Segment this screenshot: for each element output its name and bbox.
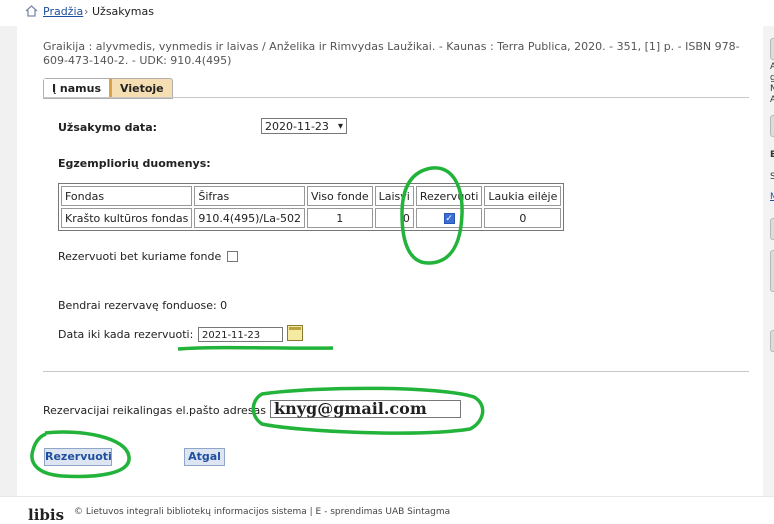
side-panel-button[interactable] [770,330,774,352]
side-panel-button[interactable] [770,218,774,240]
tab-divider [43,97,749,98]
total-reserved-text: Bendrai rezervavę fonduose: 0 [58,299,228,312]
chevron-down-icon: ▾ [337,121,343,132]
footer: libis © Lietuvos integrali bibliotekų in… [0,496,774,524]
breadcrumb-home-link[interactable]: Pradžia [43,5,83,18]
reserve-any-label: Rezervuoti bet kuriame fonde [58,250,222,263]
section-divider [43,371,749,372]
back-button[interactable]: Atgal [184,448,225,466]
cell-sifras: 910.4(495)/La-502 [194,208,305,228]
email-label: Rezervacijai reikalingas el.pašto adresa… [43,404,267,417]
breadcrumb: Pradžia › Užsakymas [0,0,774,27]
side-panel-text: A [770,95,774,105]
reserve-copy-checkbox[interactable]: ✓ [443,213,455,224]
column-header: Laisvi [374,186,414,206]
libis-logo: libis [28,506,65,524]
cell-viso: 1 [306,208,373,228]
side-panel-button[interactable] [770,38,774,60]
order-date-value: 2020-11-23 [265,120,329,133]
left-margin [0,26,17,496]
side-panel-button[interactable] [770,250,774,292]
order-date-select[interactable]: 2020-11-23 ▾ [261,118,347,134]
column-header: Laukia eilėje [484,186,562,206]
tab-home-delivery[interactable]: Į namus [44,79,113,98]
home-icon[interactable] [25,5,38,17]
side-panel-text: N [770,84,774,94]
cell-rezervuoti: ✓ [415,208,483,228]
side-panel-text: S [770,172,774,182]
tab-on-site[interactable]: Vietoje [112,79,172,98]
reserve-until-label: Data iki kada rezervuoti: [58,328,194,341]
copies-table: Fondas Šifras Viso fonde Laisvi Rezervuo… [58,183,565,231]
copies-heading: Egzempliorių duomenys: [58,157,211,170]
email-field[interactable]: knyg@gmail.com [270,400,461,418]
column-header: Viso fonde [306,186,373,206]
order-date-label: Užsakymo data: [58,121,158,134]
cell-fondas: Krašto kultūros fondas [61,208,193,228]
reserve-any-checkbox[interactable] [227,251,238,262]
breadcrumb-current: Užsakymas [92,5,154,18]
order-type-tabs: Į namus Vietoje [43,78,173,99]
side-panel-text: A [770,62,774,72]
breadcrumb-separator: › [84,5,89,18]
column-header: Rezervuoti [415,186,483,206]
cell-laisvi: 0 [374,208,414,228]
column-header: Šifras [194,186,305,206]
side-panel-text: E [770,150,774,160]
side-panel-text: g [770,73,774,83]
reserve-until-input[interactable]: 2021-11-23 [198,327,283,342]
book-description: Graikija : alyvmedis, vynmedis ir laivas… [43,40,740,67]
cell-laukia: 0 [484,208,562,228]
side-panel-button[interactable] [770,115,774,137]
reserve-button[interactable]: Rezervuoti [44,448,112,466]
calendar-icon[interactable] [287,325,303,341]
side-panel-link[interactable]: M [770,192,774,202]
column-header: Fondas [61,186,193,206]
table-header-row: Fondas Šifras Viso fonde Laisvi Rezervuo… [61,186,562,206]
table-row: Krašto kultūros fondas 910.4(495)/La-502… [61,208,562,228]
